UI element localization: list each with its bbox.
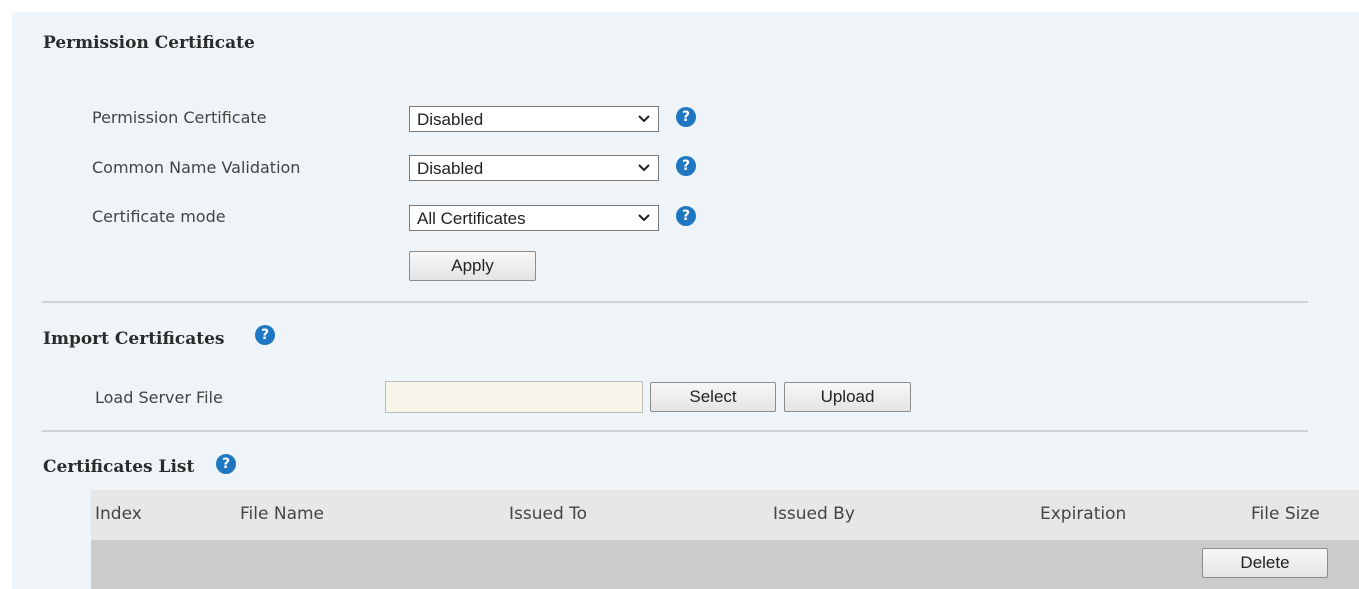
column-header-file-size: File Size: [1251, 504, 1320, 524]
common-name-validation-help-icon[interactable]: ?: [676, 156, 696, 176]
load-server-file-input[interactable]: [385, 381, 643, 413]
apply-button[interactable]: Apply: [409, 251, 536, 281]
permission-certificate-heading: Permission Certificate: [43, 33, 255, 53]
chevron-down-icon: [638, 164, 650, 172]
section-divider: [42, 301, 1308, 303]
upload-button[interactable]: Upload: [784, 382, 911, 412]
column-header-issued-by: Issued By: [773, 504, 855, 524]
common-name-validation-value: Disabled: [417, 159, 484, 178]
import-certificates-help-icon[interactable]: ?: [255, 325, 275, 345]
certificates-list-heading: Certificates List: [43, 457, 195, 477]
certificate-mode-select[interactable]: All Certificates: [409, 205, 659, 231]
chevron-down-icon: [638, 115, 650, 123]
common-name-validation-label: Common Name Validation: [92, 158, 301, 177]
column-header-issued-to: Issued To: [509, 504, 588, 524]
import-certificates-heading: Import Certificates: [43, 329, 225, 349]
permission-certificate-help-icon[interactable]: ?: [676, 107, 696, 127]
column-header-file-name: File Name: [240, 504, 325, 524]
chevron-down-icon: [638, 214, 650, 222]
column-header-expiration: Expiration: [1040, 504, 1127, 524]
permission-certificate-label: Permission Certificate: [92, 108, 267, 127]
certificates-list-help-icon[interactable]: ?: [216, 454, 236, 474]
permission-certificate-select[interactable]: Disabled: [409, 106, 659, 132]
select-button[interactable]: Select: [650, 382, 776, 412]
load-server-file-label: Load Server File: [95, 388, 223, 407]
certificates-table-header: Index File Name Issued To Issued By Expi…: [91, 490, 1359, 540]
common-name-validation-select[interactable]: Disabled: [409, 155, 659, 181]
certificate-mode-label: Certificate mode: [92, 207, 226, 226]
certificates-table-body: Delete: [91, 540, 1359, 589]
certificate-mode-help-icon[interactable]: ?: [676, 206, 696, 226]
column-header-index: Index: [95, 504, 142, 524]
certificate-mode-value: All Certificates: [417, 209, 526, 228]
settings-panel: Permission Certificate Permission Certif…: [12, 12, 1359, 589]
section-divider: [42, 430, 1308, 432]
delete-button[interactable]: Delete: [1202, 548, 1328, 578]
permission-certificate-value: Disabled: [417, 110, 484, 129]
